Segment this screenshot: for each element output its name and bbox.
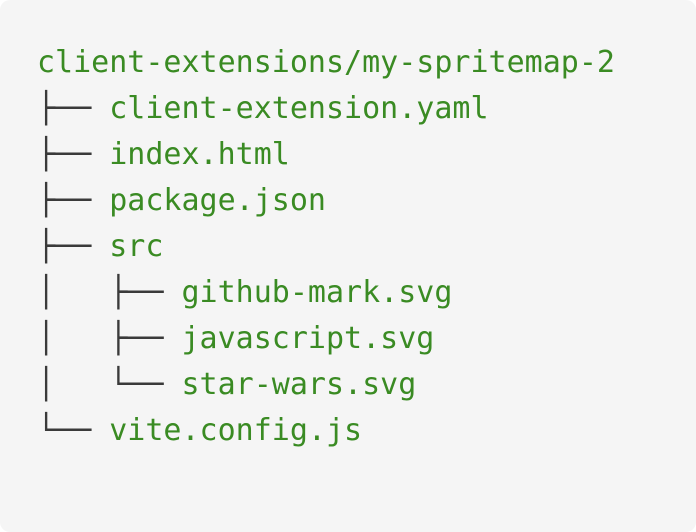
tree-root-line: client-extensions/my-spritemap-2 [37,40,696,86]
tree-entry: ├── index.html [37,132,696,178]
tree-branch: │ └── [37,367,182,402]
tree-entry: ├── package.json [37,178,696,224]
tree-branch: ├── [37,229,110,264]
file-name: index.html [109,137,290,172]
file-name: client-extension.yaml [109,91,489,126]
tree-root-label: client-extensions/my-spritemap-2 [37,45,615,80]
file-name: package.json [109,183,326,218]
tree-entry: ├── src [37,224,696,270]
tree-branch: │ ├── [37,275,182,310]
tree-branch: ├── [37,183,110,218]
tree-branch: ├── [37,137,110,172]
file-name: vite.config.js [109,413,363,448]
tree-branch: ├── [37,91,110,126]
tree-entry: │ ├── github-mark.svg [37,270,696,316]
tree-branch: │ ├── [37,321,182,356]
file-name: github-mark.svg [181,275,453,310]
tree-entry: ├── client-extension.yaml [37,86,696,132]
tree-entry: └── vite.config.js [37,408,696,454]
file-name: star-wars.svg [181,367,417,402]
tree-branch: └── [37,413,110,448]
tree-entry: │ ├── javascript.svg [37,316,696,362]
tree-entry: │ └── star-wars.svg [37,362,696,408]
folder-name: src [109,229,164,264]
code-block: client-extensions/my-spritemap-2 ├── cli… [0,0,696,532]
file-name: javascript.svg [181,321,435,356]
